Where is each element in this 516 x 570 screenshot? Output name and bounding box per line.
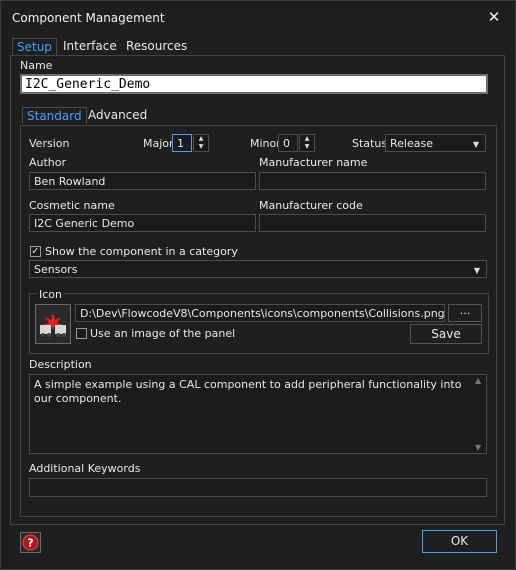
scroll-up-icon[interactable]: ▲ [475,376,481,385]
spin-up-icon[interactable]: ▲ [300,135,314,143]
spin-up-icon[interactable]: ▲ [194,135,208,143]
svg-text:?: ? [27,537,33,550]
major-input[interactable]: 1 [172,134,192,152]
version-label: Version [29,137,70,150]
chevron-down-icon: ▼ [473,266,480,275]
name-field[interactable]: I2C_Generic_Demo [20,74,488,94]
close-icon[interactable]: ✕ [486,9,502,25]
major-label: Major [143,137,174,150]
tab-interface[interactable]: Interface [59,38,121,54]
spin-down-icon[interactable]: ▼ [300,143,314,151]
additional-keywords-field[interactable] [29,478,487,497]
manufacturer-code-label: Manufacturer code [259,199,363,212]
use-panel-image-label: Use an image of the panel [90,327,236,340]
help-button[interactable]: ? [20,532,41,553]
spin-down-icon[interactable]: ▼ [194,143,208,151]
icon-group-label: Icon [37,288,64,301]
author-label: Author [29,156,67,169]
tab-setup[interactable]: Setup [12,38,57,55]
window-title: Component Management [12,11,165,25]
help-icon: ? [22,534,39,551]
status-value: Release [390,137,433,150]
author-field[interactable]: Ben Rowland [29,172,256,190]
use-panel-image-checkbox[interactable] [76,328,87,339]
manufacturer-code-field[interactable] [259,214,486,232]
manufacturer-name-field[interactable] [259,172,486,190]
show-category-label: Show the component in a category [45,245,238,258]
component-icon-preview [35,304,71,344]
browse-button[interactable]: ... [448,304,482,322]
major-spinner[interactable]: ▲ ▼ [193,134,209,152]
chevron-down-icon: ▼ [472,140,479,149]
description-scrollbar[interactable]: ▲ ▼ [473,376,485,452]
collisions-icon [40,313,66,337]
category-select[interactable]: Sensors ▼ [29,260,487,278]
scroll-down-icon[interactable]: ▼ [475,443,481,452]
manufacturer-name-label: Manufacturer name [259,156,368,169]
status-label: Status [352,137,388,150]
tab-standard[interactable]: Standard [22,107,87,124]
save-button[interactable]: Save [410,324,482,344]
minor-input[interactable]: 0 [278,134,298,152]
cosmetic-name-label: Cosmetic name [29,199,115,212]
additional-keywords-label: Additional Keywords [29,462,141,475]
ok-button[interactable]: OK [422,530,497,553]
tab-resources[interactable]: Resources [122,38,191,54]
show-category-checkbox[interactable]: ✓ [30,246,41,257]
cosmetic-name-field[interactable]: I2C Generic Demo [29,214,256,232]
description-field[interactable]: A simple example using a CAL component t… [29,374,487,454]
name-label: Name [20,59,53,72]
category-value: Sensors [34,263,78,276]
status-select[interactable]: Release ▼ [385,134,486,152]
minor-label: Minor [250,137,281,150]
description-label: Description [29,358,92,371]
icon-path-field[interactable]: D:\Dev\FlowcodeV8\Components\icons\compo… [75,304,445,322]
minor-spinner[interactable]: ▲ ▼ [299,134,315,152]
tab-advanced[interactable]: Advanced [84,107,151,123]
